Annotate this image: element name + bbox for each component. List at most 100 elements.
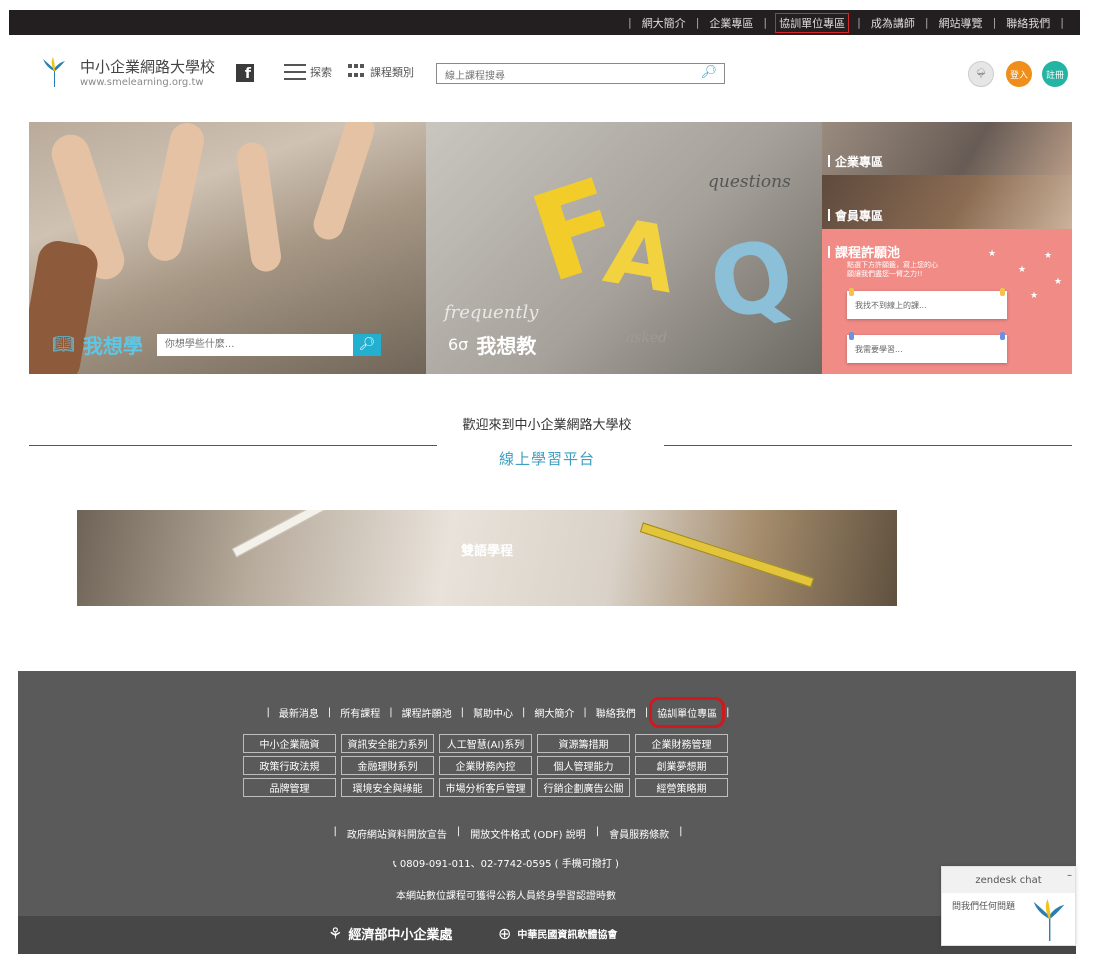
faq-letter-q: Q: [700, 216, 804, 344]
separator: |: [389, 707, 393, 718]
search-icon[interactable]: 🔎︎: [700, 65, 717, 80]
wish-note-text: 我需要學習...: [855, 345, 903, 354]
footer-nav-news[interactable]: 最新消息: [279, 705, 319, 720]
footer-nav-help[interactable]: 幫助中心: [473, 705, 513, 720]
right-banner-column: 企業專區 會員專區 課程許願池 點選下方許願籤，寫上您的心 願讓我們盡您一臂之力…: [822, 122, 1072, 374]
site-name[interactable]: 中小企業網路大學校: [80, 56, 215, 77]
bilingual-program-label: 雙語學程: [460, 544, 513, 559]
pin-icon: [1000, 288, 1005, 296]
zendesk-chat-title[interactable]: zendesk chat: [942, 867, 1075, 893]
footer-nav-wish-pool[interactable]: 課程許願池: [402, 705, 452, 720]
want-learn-title[interactable]: 我想學: [83, 330, 143, 359]
footer-link-odf[interactable]: 開放文件格式 (ODF) 說明: [470, 826, 585, 841]
footer-link-open-data[interactable]: 政府網站資料開放宣告: [347, 826, 447, 841]
course-tag[interactable]: 企業財務管理: [635, 734, 728, 753]
separator: |: [595, 826, 600, 837]
welcome-title: 歡迎來到中小企業網路大學校: [462, 418, 632, 433]
course-tag[interactable]: 創業夢想期: [635, 756, 728, 775]
footer-link-terms[interactable]: 會員服務條款: [609, 826, 669, 841]
zendesk-chat-widget[interactable]: zendesk chat – 問我們任何問題: [941, 866, 1076, 946]
course-tag[interactable]: 經營策略期: [635, 778, 728, 797]
faq-letter-a: A: [597, 198, 685, 315]
hamburger-icon: [284, 64, 306, 80]
want-learn-input[interactable]: [156, 333, 353, 356]
logo-bird-icon: [1033, 899, 1065, 941]
sme-administration-logo[interactable]: ⚘ 經濟部中小企業處: [328, 924, 452, 943]
phone-numbers: 0809-091-011、02-7742-0595 ( 手機可撥打 ): [399, 859, 619, 870]
divider: [664, 445, 1072, 446]
glasses-icon: 6σ: [448, 335, 469, 354]
wish-note[interactable]: 我找不到線上的課...: [847, 288, 1007, 319]
course-tag[interactable]: 環境安全與綠能: [341, 778, 434, 797]
star-icon: ★: [1044, 251, 1053, 261]
course-tag[interactable]: 個人管理能力: [537, 756, 630, 775]
footer-nav-about[interactable]: 網大簡介: [534, 705, 574, 720]
footer-nav-partner-units[interactable]: 協訓單位專區: [649, 697, 726, 728]
top-nav-partner-units[interactable]: 協訓單位專區: [775, 12, 850, 33]
separator: |: [522, 707, 526, 718]
course-tag[interactable]: 品牌管理: [243, 778, 336, 797]
top-bar: | 網大簡介 | 企業專區 | 協訓單位專區 | 成為講師 | 網站導覽 | 聯…: [9, 10, 1080, 35]
separator: |: [695, 16, 700, 29]
want-teach-bar: 6σ 我想教: [448, 330, 536, 359]
course-search-input[interactable]: [437, 67, 687, 86]
top-nav-become-lecturer[interactable]: 成為講師: [871, 15, 915, 31]
want-learn-bar: 📖︎ 我想學 🔎︎: [52, 330, 381, 359]
logo-bird-icon[interactable]: [42, 57, 66, 87]
separator: |: [763, 16, 768, 29]
enterprise-zone-banner[interactable]: 企業專區: [822, 122, 1072, 175]
footer-nav-all-courses[interactable]: 所有課程: [340, 705, 380, 720]
course-tag[interactable]: 資源籌措期: [537, 734, 630, 753]
bilingual-program-banner[interactable]: 雙語學程: [77, 510, 897, 606]
minimize-icon[interactable]: –: [1067, 870, 1072, 881]
course-tag[interactable]: 市場分析客戶管理: [439, 778, 532, 797]
cisa-logo[interactable]: ⊕ 中華民國資訊軟體協會: [498, 924, 617, 943]
explore-menu-button[interactable]: 探索: [284, 64, 332, 80]
top-nav-enterprise[interactable]: 企業專區: [709, 15, 753, 31]
raised-hand-image: [144, 122, 208, 265]
pin-icon: [849, 288, 854, 296]
member-zone-banner[interactable]: 會員專區: [822, 175, 1072, 229]
faq-word-asked: asked: [626, 330, 668, 346]
course-tag[interactable]: 人工智慧(AI)系列: [439, 734, 532, 753]
cisa-name: 中華民國資訊軟體協會: [517, 930, 618, 941]
facebook-icon[interactable]: f: [236, 64, 254, 82]
cisa-emblem-icon: ⊕: [498, 924, 512, 943]
course-tag[interactable]: 政策行政法規: [243, 756, 336, 775]
tree-icon[interactable]: 🌳︎: [968, 61, 994, 87]
course-category-label: 課程類別: [370, 66, 414, 79]
raised-hand-image: [235, 140, 283, 274]
wish-pool-label: 課程許願池: [828, 242, 900, 261]
separator: |: [924, 16, 929, 29]
sme-emblem-icon: ⚘: [328, 924, 343, 943]
top-nav: | 網大簡介 | 企業專區 | 協訓單位專區 | 成為講師 | 網站導覽 | 聯…: [618, 10, 1074, 35]
want-learn-search: 🔎︎: [156, 333, 381, 356]
faq-word-frequently: frequently: [444, 302, 539, 323]
top-nav-about[interactable]: 網大簡介: [642, 15, 686, 31]
course-tag[interactable]: 金融理財系列: [341, 756, 434, 775]
course-tag[interactable]: 資訊安全能力系列: [341, 734, 434, 753]
register-button[interactable]: 註冊: [1042, 61, 1068, 87]
separator: |: [327, 707, 332, 718]
footer-certification-note: 本網站數位課程可獲得公務人員終身學習認證時數: [396, 891, 616, 902]
top-nav-sitemap[interactable]: 網站導覽: [939, 15, 983, 31]
top-nav-contact[interactable]: 聯絡我們: [1006, 15, 1050, 31]
wish-pool-banner[interactable]: 課程許願池 點選下方許願籤，寫上您的心 願讓我們盡您一臂之力!! 我找不到線上的…: [822, 229, 1072, 374]
footer-nav-contact[interactable]: 聯絡我們: [596, 705, 636, 720]
course-category-button[interactable]: 課程類別: [348, 64, 414, 80]
want-learn-search-button[interactable]: 🔎︎: [352, 333, 381, 356]
separator: |: [992, 16, 997, 29]
wish-note[interactable]: 我需要學習...: [847, 332, 1007, 363]
enterprise-zone-label: 企業專區: [828, 153, 883, 170]
separator: |: [726, 707, 730, 718]
course-tag[interactable]: 中小企業融資: [243, 734, 336, 753]
course-tag[interactable]: 企業財務內控: [439, 756, 532, 775]
course-tag[interactable]: 行銷企劃廣告公關: [537, 778, 630, 797]
pin-icon: [1000, 332, 1005, 340]
separator: |: [456, 826, 461, 837]
footer-phone: 📞︎ 0809-091-011、02-7742-0595 ( 手機可撥打 ): [18, 855, 994, 870]
login-button[interactable]: 登入: [1006, 61, 1032, 87]
want-teach-title[interactable]: 我想教: [476, 330, 536, 359]
welcome-subtitle: 線上學習平台: [498, 450, 595, 468]
footer-legal-nav: | 政府網站資料開放宣告 | 開放文件格式 (ODF) 說明 | 會員服務條款 …: [18, 826, 998, 841]
